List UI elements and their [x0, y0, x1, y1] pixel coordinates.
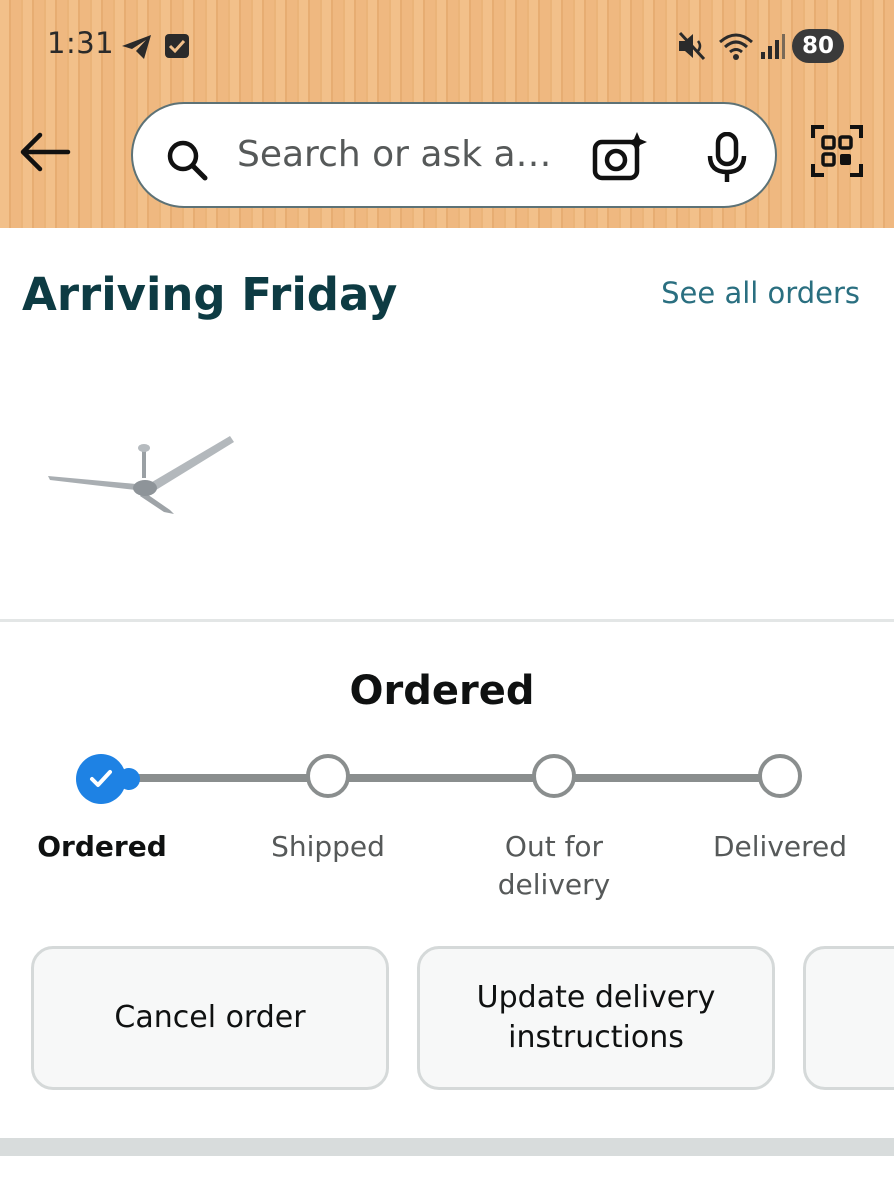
status-time: 1:31 [47, 26, 115, 60]
cancel-order-button[interactable]: Cancel order [31, 946, 389, 1090]
status-bar: 1:31 80 [0, 0, 894, 96]
top-bar: 1:31 80 Search or ask a… [0, 0, 894, 228]
step-label-out-for-delivery: Out for delivery [497, 830, 611, 901]
update-delivery-instructions-label: Update delivery instructions [476, 980, 716, 1055]
check-icon [90, 770, 112, 787]
section-divider [0, 619, 894, 622]
see-all-orders-link[interactable]: See all orders [661, 276, 860, 310]
search-input[interactable]: Search or ask a… [237, 134, 557, 175]
search-icon [167, 140, 208, 181]
microphone-icon[interactable] [707, 132, 747, 184]
back-arrow-icon[interactable] [18, 130, 72, 174]
check-box-icon [165, 34, 189, 58]
more-actions-button[interactable] [803, 946, 894, 1090]
search-bar[interactable]: Search or ask a… [131, 102, 777, 208]
telegram-icon [122, 35, 151, 59]
arrival-heading: Arriving Friday [22, 268, 398, 321]
signal-icon [761, 34, 785, 59]
step-out-for-delivery-marker [532, 754, 576, 798]
progress-track [120, 774, 800, 782]
camera-search-icon[interactable] [591, 130, 647, 182]
step-label-ordered: Ordered [37, 830, 167, 863]
step-label-delivered: Delivered [712, 830, 848, 863]
cancel-order-label: Cancel order [114, 1000, 306, 1035]
update-delivery-instructions-button[interactable]: Update delivery instructions [417, 946, 775, 1090]
step-label-shipped: Shipped [271, 830, 385, 863]
step-delivered-marker [758, 754, 802, 798]
bottom-divider [0, 1138, 894, 1156]
step-shipped-marker [306, 754, 350, 798]
wifi-icon [719, 33, 753, 60]
battery-indicator: 80 [792, 29, 844, 63]
step-ordered-marker [76, 754, 126, 804]
qr-scanner-icon[interactable] [810, 124, 864, 178]
tracker-title: Ordered [349, 668, 535, 714]
product-image[interactable] [44, 428, 240, 520]
mute-icon [678, 31, 706, 61]
